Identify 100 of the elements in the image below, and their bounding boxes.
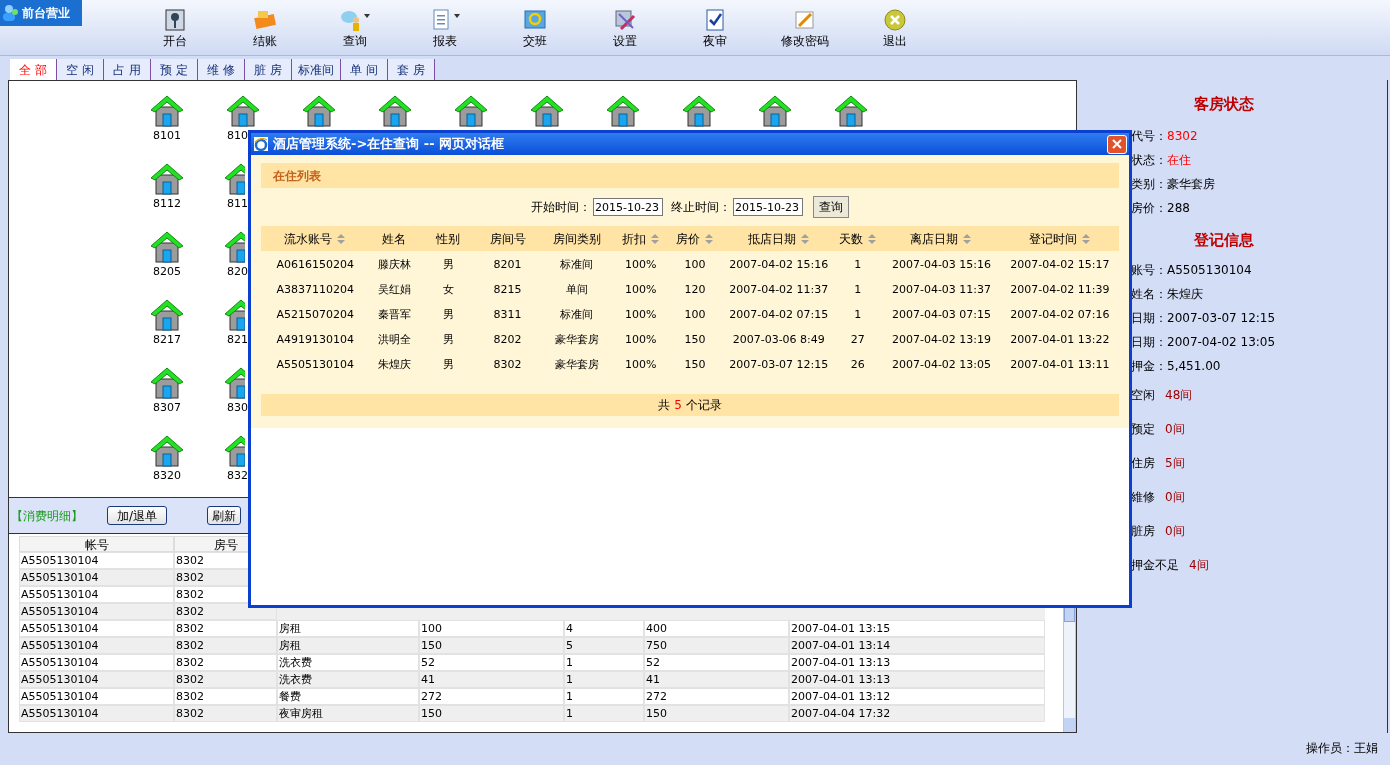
table-cell: 52 (644, 654, 789, 671)
query-button[interactable]: 查询 (813, 196, 849, 218)
count-label: 预定 (1131, 421, 1155, 438)
table-cell: A3837110204 (276, 282, 354, 299)
table-cell: 27 (850, 332, 865, 349)
count-value: 48间 (1165, 387, 1193, 404)
table-cell: 8202 (493, 332, 522, 349)
tab[interactable]: 预 定 (151, 59, 198, 80)
count-value: 5间 (1165, 455, 1185, 472)
toolbar-button[interactable]: 报表 (400, 8, 490, 48)
count-value: 0间 (1165, 489, 1185, 506)
table-cell: 房租 (277, 637, 419, 654)
column-header: 登记时间 (1028, 230, 1077, 248)
table-cell: 150 (419, 637, 564, 654)
toolbar-button[interactable]: 查询 (310, 8, 400, 48)
room-number: 811 (227, 197, 248, 210)
room-number: 8320 (153, 469, 181, 482)
field-value: 在住 (1167, 152, 1191, 169)
tab[interactable]: 占 用 (104, 59, 151, 80)
table-cell: 2007-04-01 13:14 (789, 637, 1045, 654)
table-cell: 2007-04-01 13:13 (789, 654, 1045, 671)
start-date-field[interactable]: 2015-10-23 (593, 198, 663, 216)
table-cell: 夜审房租 (277, 705, 419, 722)
table-cell: 100 (684, 257, 706, 274)
table-cell: 8302 (174, 620, 277, 637)
house-icon (758, 95, 792, 127)
table-cell: 1 (564, 654, 644, 671)
table-cell: 2007-04-01 13:22 (1010, 332, 1110, 349)
tab[interactable]: 标准间 (292, 59, 341, 80)
toolbar-button[interactable]: 修改密码 (760, 8, 850, 48)
sort-icon (866, 233, 877, 244)
toolbar-button[interactable]: 夜审 (670, 8, 760, 48)
table-cell: 1 (854, 282, 862, 299)
users-icon (2, 4, 20, 22)
field-value: 朱煌庆 (1167, 286, 1203, 303)
add-return-button[interactable]: 加/退单 (107, 506, 167, 525)
tab[interactable]: 单 间 (341, 59, 388, 80)
column-header: 帐号 (19, 536, 174, 552)
table-cell: 2007-04-02 11:37 (729, 282, 829, 299)
table-cell: 8302 (174, 671, 277, 688)
toolbar-button[interactable]: 设置 (580, 8, 670, 48)
field-label: 状态： (1131, 152, 1167, 169)
table-cell: A0616150204 (276, 257, 354, 274)
house-icon (530, 95, 564, 127)
column-header: 房间号 (489, 230, 526, 248)
table-cell: A5505130104 (19, 569, 174, 586)
table-cell: 41 (419, 671, 564, 688)
tab[interactable]: 空 闲 (57, 59, 104, 80)
table-cell: 1 (854, 257, 862, 274)
table-cell: 2007-04-03 07:15 (891, 307, 992, 324)
record-count: 共 5 个记录 (658, 397, 722, 414)
toolbar-button[interactable]: 开台 (130, 8, 220, 48)
column-header: 房间类别 (552, 230, 601, 248)
table-cell: 洗衣费 (277, 671, 419, 688)
tab[interactable]: 维 修 (198, 59, 245, 80)
table-cell: 标准间 (560, 257, 594, 274)
column-header: 性别 (436, 230, 461, 248)
house-icon (150, 367, 184, 399)
house-icon (454, 95, 488, 127)
table-cell: 4 (564, 620, 644, 637)
tab[interactable]: 脏 房 (245, 59, 292, 80)
checklist-icon (703, 8, 727, 32)
sort-icon (336, 233, 347, 244)
table-cell: A5505130104 (19, 552, 174, 569)
table-cell: 秦晋军 (377, 307, 411, 324)
table-cell: 2007-04-02 11:39 (1010, 282, 1110, 299)
column-header: 流水账号 (284, 230, 333, 248)
table-cell: 100% (624, 332, 657, 349)
house-icon (606, 95, 640, 127)
toolbar-button[interactable]: 退出 (850, 8, 940, 48)
count-label: 住房 (1131, 455, 1155, 472)
table-cell: 26 (850, 357, 865, 374)
table-cell: 房租 (277, 620, 419, 637)
sort-icon (703, 233, 714, 244)
room-number: 8217 (153, 333, 181, 346)
table-cell: 标准间 (560, 307, 594, 324)
table-cell: A5505130104 (19, 620, 174, 637)
monitor-icon (523, 8, 547, 32)
refresh-button[interactable]: 刷新 (207, 506, 241, 525)
tab[interactable]: 套 房 (388, 59, 435, 80)
room-number: 832 (227, 469, 248, 482)
close-button[interactable] (1107, 134, 1127, 154)
table-cell: 吴红娟 (377, 282, 411, 299)
field-value: 288 (1167, 200, 1190, 217)
toolbar-button[interactable]: 结账 (220, 8, 310, 48)
table-cell: 100 (684, 307, 706, 324)
table-cell: 朱煌庆 (377, 357, 411, 374)
end-date-field[interactable]: 2015-10-23 (733, 198, 803, 216)
section-header: 在住列表 (261, 163, 1119, 188)
browser-icon (253, 136, 269, 152)
column-header: 离店日期 (910, 230, 959, 248)
field-value: A5505130104 (1167, 262, 1252, 279)
table-cell: 100% (624, 257, 657, 274)
table-cell: 男 (442, 357, 454, 374)
table-cell: 2007-04-02 15:16 (729, 257, 829, 274)
table-cell: 41 (644, 671, 789, 688)
tab[interactable]: 全 部 (10, 59, 57, 80)
table-cell: 洪明全 (377, 332, 411, 349)
table-cell: A5505130104 (19, 654, 174, 671)
toolbar-button[interactable]: 交班 (490, 8, 580, 48)
